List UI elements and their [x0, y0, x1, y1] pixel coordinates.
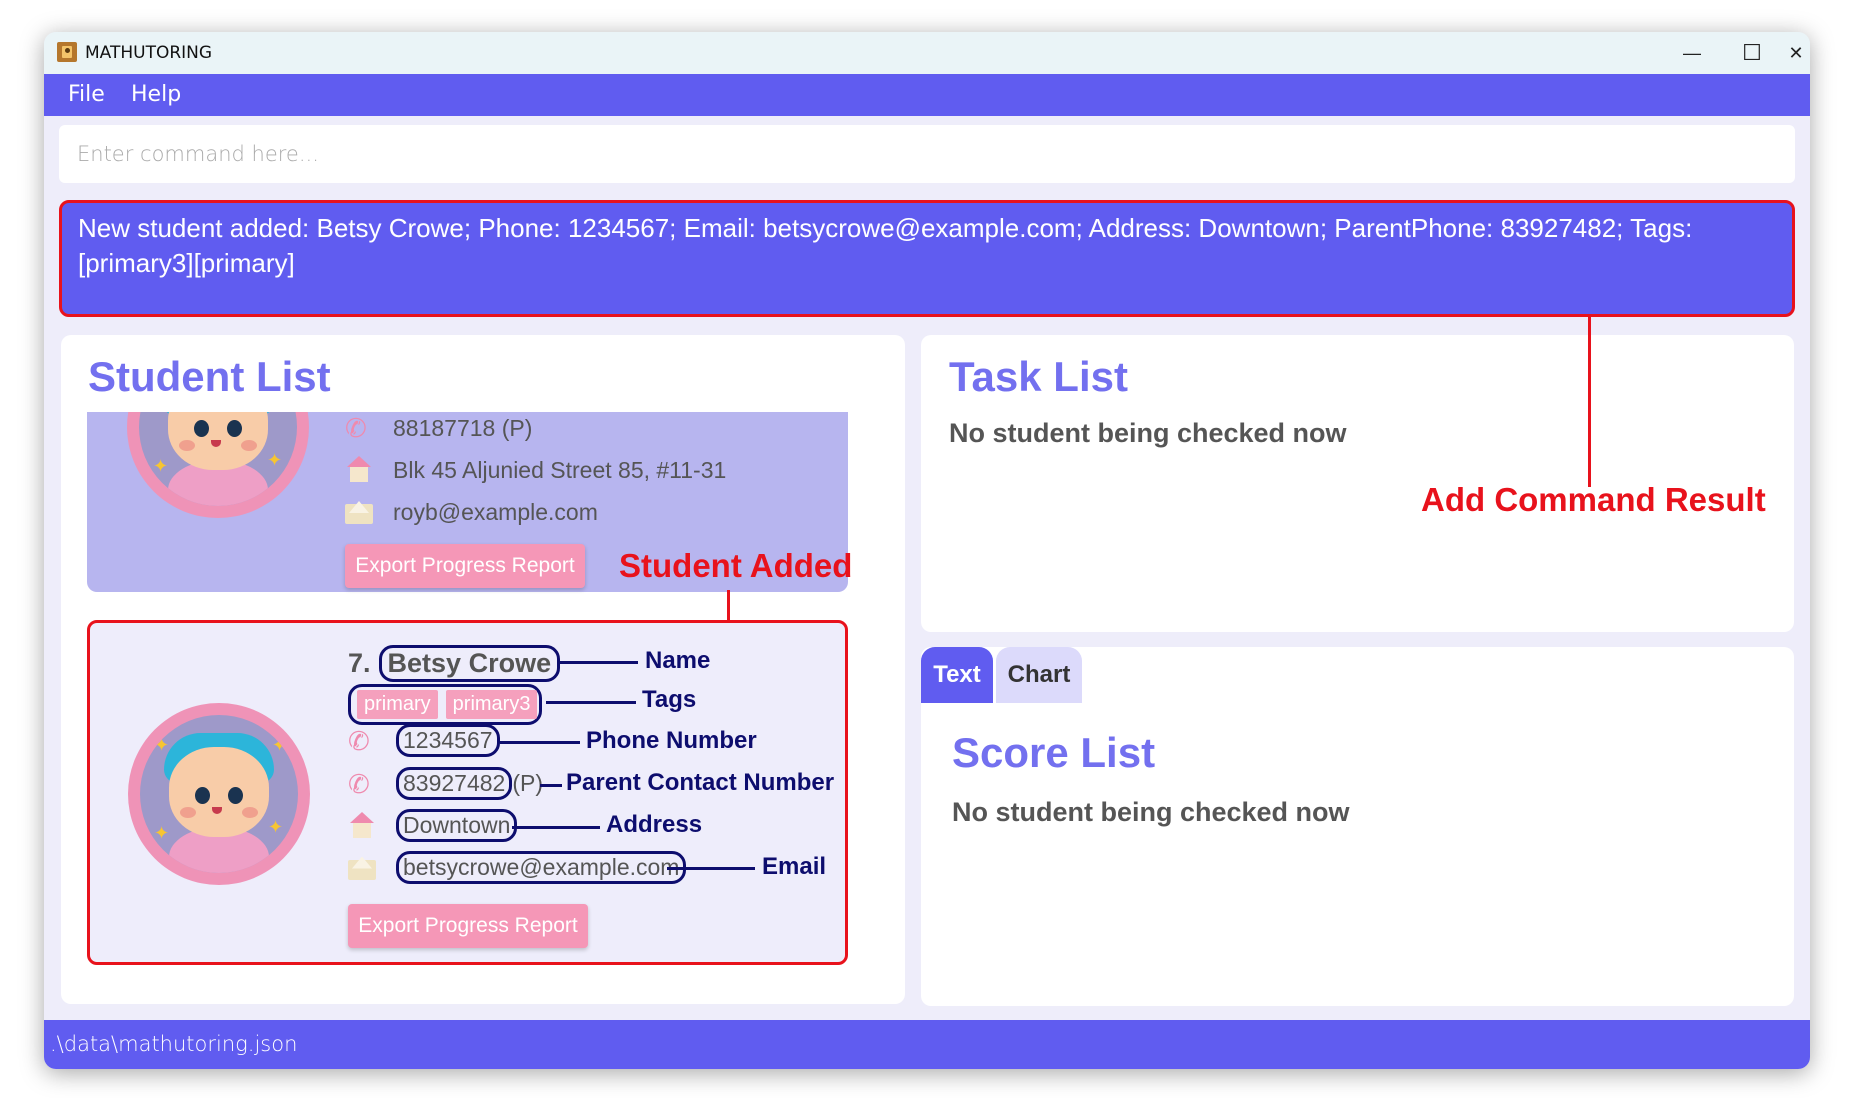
score-panel: Text Chart Score List No student being c…	[921, 647, 1794, 1006]
tags-row: primary primary3	[348, 684, 543, 725]
annotation-line	[500, 741, 580, 744]
email-value: royb@example.com	[393, 498, 598, 525]
score-list-message: No student being checked now	[952, 797, 1350, 827]
email-row: royb@example.com	[345, 498, 598, 526]
envelope-icon	[348, 854, 376, 882]
parent-phone-row: ✆ 88187718 (P)	[345, 414, 532, 442]
address-row: Blk 45 Aljunied Street 85, #11-31	[345, 456, 726, 484]
annotation-address: Address	[606, 811, 703, 838]
parent-phone-value: 83927482	[396, 767, 513, 800]
annotation-line	[546, 701, 636, 704]
export-progress-report-button[interactable]: Export Progress Report	[345, 544, 585, 588]
menu-help[interactable]: Help	[131, 82, 181, 107]
annotation-line	[727, 590, 730, 622]
maximize-button[interactable]: ☐	[1722, 32, 1782, 74]
menu-bar: File Help	[44, 74, 1810, 116]
phone-icon: ✆	[345, 413, 367, 443]
tag: primary	[357, 690, 438, 719]
task-list-title: Task List	[949, 353, 1128, 400]
parent-phone-row: ✆ 83927482 (P)	[348, 767, 543, 800]
status-bar: .\data\mathutoring.json	[44, 1020, 1810, 1069]
house-icon	[345, 456, 373, 484]
annotation-line	[540, 784, 562, 787]
result-display: New student added: Betsy Crowe; Phone: 1…	[59, 200, 1795, 317]
student-list-panel: Student List ✦ ✦ ✆ 88187718 (P) Blk 45 A…	[61, 335, 905, 1004]
annotation-line	[512, 826, 600, 829]
tab-chart[interactable]: Chart	[996, 647, 1082, 703]
task-list-panel: Task List No student being checked now A…	[921, 335, 1794, 632]
phone-row: ✆ 1234567	[348, 724, 500, 757]
annotation-tags: Tags	[642, 686, 697, 713]
student-card-selected[interactable]: ✦ ✦ ✦ ✦ 7. Betsy Crowe primary primary3 ✆ …	[87, 620, 848, 965]
parent-phone-value: 88187718 (P)	[393, 414, 533, 441]
annotation-add-command-result: Add Command Result	[1421, 481, 1766, 518]
annotation-parent-contact: Parent Contact Number	[566, 769, 835, 796]
window-title: MATHUTORING	[85, 43, 213, 63]
close-button[interactable]: ✕	[1782, 32, 1810, 74]
minimize-button[interactable]: —	[1662, 32, 1722, 74]
menu-file[interactable]: File	[68, 82, 105, 107]
title-bar: MATHUTORING — ☐ ✕	[44, 32, 1810, 74]
student-list-title: Student List	[88, 353, 331, 400]
tab-text[interactable]: Text	[921, 647, 993, 703]
annotation-email: Email	[762, 853, 827, 880]
envelope-icon	[345, 498, 373, 526]
tag: primary3	[445, 690, 538, 719]
address-book-icon	[57, 42, 77, 62]
export-progress-report-button[interactable]: Export Progress Report	[348, 904, 588, 948]
address-value: Blk 45 Aljunied Street 85, #11-31	[393, 456, 727, 483]
student-avatar: ✦ ✦ ✦ ✦	[128, 703, 310, 885]
score-list-title: Score List	[952, 729, 1156, 776]
address-row: Downtown	[348, 809, 518, 842]
annotation-student-added: Student Added	[619, 547, 853, 584]
student-avatar: ✦ ✦	[127, 412, 309, 518]
app-window: MATHUTORING — ☐ ✕ File Help New student …	[44, 32, 1810, 1069]
phone-icon: ✆	[348, 768, 370, 799]
parent-phone-suffix: (P)	[512, 770, 544, 796]
task-list-message: No student being checked now	[949, 418, 1347, 448]
annotation-line	[1588, 317, 1591, 487]
command-input[interactable]	[59, 125, 1795, 183]
phone-value: 1234567	[396, 724, 500, 757]
student-index: 7.	[348, 648, 371, 678]
annotation-phone: Phone Number	[586, 727, 757, 754]
email-value: betsycrowe@example.com	[396, 851, 687, 884]
annotation-line	[558, 661, 638, 664]
student-name-row: 7. Betsy Crowe	[348, 645, 561, 682]
phone-icon: ✆	[348, 725, 370, 756]
student-name: Betsy Crowe	[378, 645, 561, 682]
data-file-path: .\data\mathutoring.json	[50, 1032, 298, 1056]
email-row: betsycrowe@example.com	[348, 851, 687, 884]
annotation-name: Name	[645, 647, 711, 674]
address-value: Downtown	[396, 809, 518, 842]
annotation-line	[667, 867, 755, 870]
house-icon	[348, 811, 376, 840]
student-list-view[interactable]: ✦ ✦ ✆ 88187718 (P) Blk 45 Aljunied Street…	[87, 412, 891, 990]
